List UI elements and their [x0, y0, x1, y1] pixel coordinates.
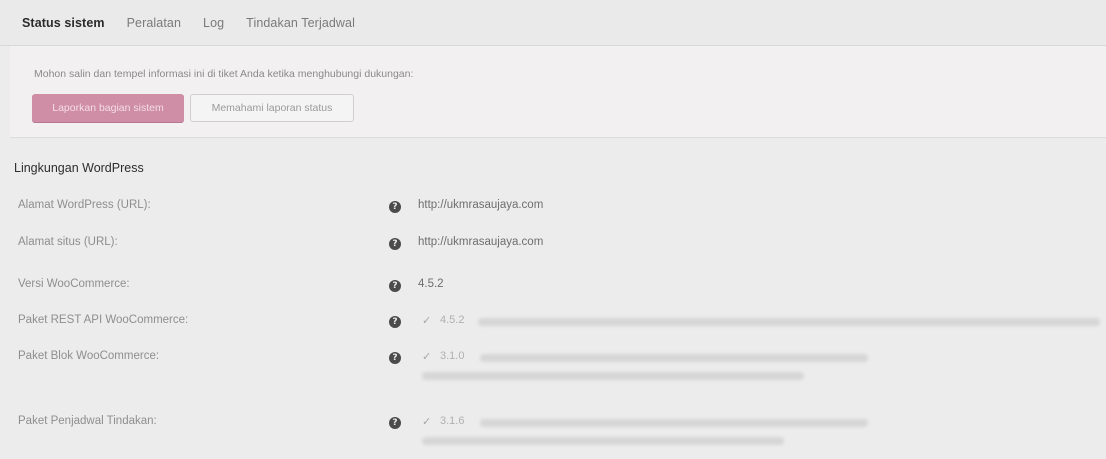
row-value: http://ukmrasaujaya.com: [418, 236, 544, 248]
blurred-path: [422, 437, 784, 445]
checkmark-icon: ✓: [422, 315, 432, 327]
tab-scheduled-actions[interactable]: Tindakan Terjadwal: [246, 16, 355, 30]
row-label: Paket Blok WooCommerce:: [18, 350, 160, 362]
understand-status-report-button[interactable]: Memahami laporan status: [190, 94, 354, 122]
blurred-path: [478, 318, 1100, 326]
support-notice: Mohon salin dan tempel informasi ini di …: [10, 46, 1106, 138]
notice-text: Mohon salin dan tempel informasi ini di …: [34, 68, 414, 80]
tab-bar: Status sistem Peralatan Log Tindakan Ter…: [0, 0, 1106, 46]
question-circle-icon[interactable]: ?: [389, 352, 401, 364]
blurred-path: [480, 419, 868, 427]
question-circle-icon[interactable]: ?: [389, 238, 401, 250]
blurred-path: [422, 372, 804, 380]
row-label: Versi WooCommerce:: [18, 278, 130, 290]
checkmark-icon: ✓: [422, 416, 432, 428]
question-circle-icon[interactable]: ?: [389, 201, 401, 213]
section-title: Lingkungan WordPress: [14, 161, 144, 175]
get-system-report-button[interactable]: Laporkan bagian sistem: [32, 94, 184, 122]
row-label: Alamat WordPress (URL):: [18, 199, 151, 211]
tab-tools[interactable]: Peralatan: [127, 16, 181, 30]
blurred-path: [480, 354, 868, 362]
tab-system-status[interactable]: Status sistem: [22, 16, 105, 30]
row-label: Alamat situs (URL):: [18, 236, 118, 248]
tab-logs[interactable]: Log: [203, 16, 224, 30]
row-label: Paket REST API WooCommerce:: [18, 314, 189, 326]
question-circle-icon[interactable]: ?: [389, 316, 401, 328]
row-label: Paket Penjadwal Tindakan:: [18, 415, 157, 427]
row-value: http://ukmrasaujaya.com: [418, 199, 544, 211]
system-status-page: Status sistem Peralatan Log Tindakan Ter…: [0, 0, 1106, 459]
checkmark-icon: ✓: [422, 351, 432, 363]
package-version: 3.1.0: [440, 350, 465, 362]
question-circle-icon[interactable]: ?: [389, 280, 401, 292]
package-version: 3.1.6: [440, 415, 465, 427]
row-value: 4.5.2: [418, 278, 444, 290]
question-circle-icon[interactable]: ?: [389, 417, 401, 429]
package-version: 4.5.2: [440, 314, 465, 326]
